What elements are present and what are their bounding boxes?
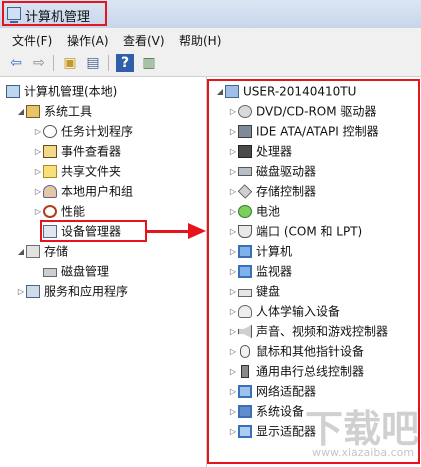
expand-arrow-icon[interactable]: ▷ (33, 142, 43, 162)
tree-item-services-apps[interactable]: ▷ 服务和应用程序 (16, 281, 128, 301)
back-arrow-icon[interactable]: ⇦ (7, 54, 25, 72)
tree-item-label: 任务计划程序 (61, 124, 134, 139)
menu-file[interactable]: 文件(F) (12, 32, 52, 49)
services-icon (26, 285, 40, 298)
expand-arrow-icon[interactable]: ▷ (33, 122, 43, 142)
help-icon[interactable]: ? (116, 54, 134, 72)
menu-action[interactable]: 操作(A) (67, 32, 109, 49)
menu-bar: 文件(F) 操作(A) 查看(V) 帮助(H) (0, 28, 421, 50)
up-folder-icon[interactable]: ▣ (61, 54, 79, 72)
title-highlight-box (2, 1, 107, 26)
shared-folder-icon (43, 165, 57, 178)
watermark-logo: 下载吧 (305, 407, 420, 451)
performance-icon (43, 205, 57, 218)
menu-help[interactable]: 帮助(H) (179, 32, 221, 49)
tree-item-label: 事件查看器 (61, 144, 122, 159)
toolbar-separator (108, 55, 109, 71)
forward-arrow-icon[interactable]: ⇨ (30, 54, 48, 72)
computer-management-icon (6, 85, 20, 98)
watermark-url: www.xiazaiba.com (312, 446, 415, 459)
tree-item-event-viewer[interactable]: ▷ 事件查看器 (33, 141, 121, 161)
tree-item-local-users[interactable]: ▷ 本地用户和组 (33, 181, 133, 201)
menu-view[interactable]: 查看(V) (123, 32, 165, 49)
users-icon (43, 185, 57, 198)
tree-root-label: 计算机管理(本地) (24, 84, 118, 99)
collapse-arrow-icon[interactable]: ◢ (16, 242, 26, 262)
tree-item-label: 共享文件夹 (61, 164, 122, 179)
properties-icon[interactable]: ▥ (140, 54, 158, 72)
system-tools-icon (26, 105, 40, 118)
expand-arrow-icon[interactable]: ▷ (16, 282, 26, 302)
annotation-arrow-head-icon (188, 223, 206, 239)
console-tree-pane: 计算机管理(本地) ◢ 系统工具 ▷ 任务计划程序 ▷ 事件查看器 ▷ 共享文件夹 ▷ 本… (0, 77, 207, 467)
toolbar-separator (53, 55, 54, 71)
event-viewer-icon (43, 145, 57, 158)
collapse-arrow-icon[interactable]: ◢ (16, 102, 26, 122)
expand-arrow-icon[interactable]: ▷ (33, 202, 43, 222)
tree-item-label: 本地用户和组 (61, 184, 134, 199)
task-scheduler-icon (43, 125, 57, 138)
tree-item-label: 磁盘管理 (61, 264, 110, 279)
tree-item-system-tools[interactable]: ◢ 系统工具 (16, 101, 92, 121)
tree-item-shared-folders[interactable]: ▷ 共享文件夹 (33, 161, 121, 181)
tree-item-label: 性能 (61, 204, 86, 219)
storage-icon (26, 245, 40, 258)
tree-item-label: 系统工具 (44, 104, 93, 119)
tree-item-task-scheduler[interactable]: ▷ 任务计划程序 (33, 121, 133, 141)
disk-management-icon (43, 268, 57, 277)
tree-item-performance[interactable]: ▷ 性能 (33, 201, 85, 221)
expand-arrow-icon[interactable]: ▷ (33, 182, 43, 202)
tree-item-disk-management[interactable]: 磁盘管理 (43, 261, 109, 281)
tree-item-storage[interactable]: ◢ 存储 (16, 241, 68, 261)
device-manager-highlight-box (40, 220, 147, 242)
tree-item-label: 服务和应用程序 (44, 284, 129, 299)
show-hide-tree-icon[interactable]: ▤ (84, 54, 102, 72)
toolbar: ⇦ ⇨ ▣ ▤ ? ▥ (0, 50, 421, 77)
annotation-arrow (146, 230, 191, 233)
tree-item-label: 存储 (44, 244, 69, 259)
expand-arrow-icon[interactable]: ▷ (33, 162, 43, 182)
tree-root[interactable]: 计算机管理(本地) (6, 81, 117, 101)
